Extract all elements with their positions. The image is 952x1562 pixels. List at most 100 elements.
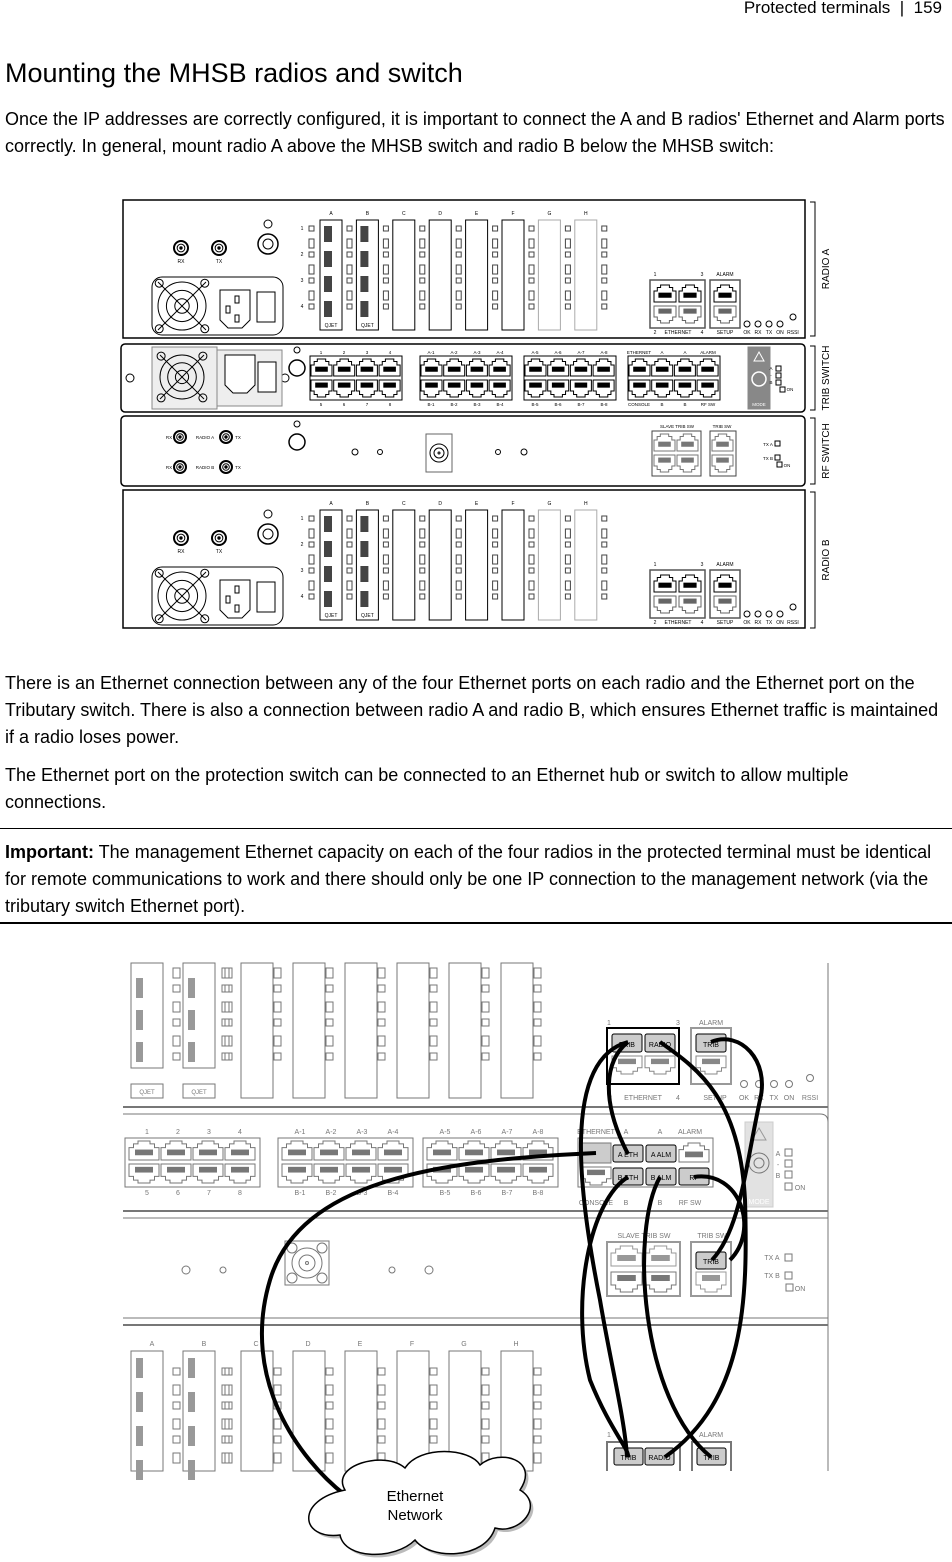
slot-led (273, 1035, 282, 1047)
slot-led (419, 515, 426, 522)
note-text: The management Ethernet capacity on each… (5, 842, 932, 916)
rj45-contacts (337, 366, 351, 372)
qjet-port (136, 1042, 143, 1062)
bracket (810, 345, 816, 411)
slot-led (492, 225, 499, 232)
slot-led (325, 1418, 334, 1430)
switch-port (524, 379, 547, 398)
rj45-contacts (497, 1149, 515, 1156)
outline (234, 314, 240, 323)
rj45-contacts (315, 366, 328, 372)
rj45-contacts (352, 1149, 370, 1156)
slot-led (455, 277, 462, 284)
row-number: 3 (301, 568, 304, 574)
qjet-port (324, 541, 332, 557)
slot-led (308, 290, 315, 301)
ethernet-label: ETHERNET (624, 1095, 662, 1102)
coax-connector-tx (211, 240, 227, 256)
slot-led (325, 1018, 334, 1027)
row-number: 3 (301, 278, 304, 284)
outline (234, 585, 240, 594)
rj45-contacts (529, 366, 542, 372)
slot-led (308, 238, 315, 249)
slot-label: C (402, 211, 406, 217)
indicator-box (784, 1253, 793, 1262)
indicator-box (774, 454, 781, 461)
slot-label: F (511, 501, 514, 507)
indicator-box (779, 386, 786, 393)
qjet-card (130, 1350, 164, 1472)
switch-port (628, 379, 651, 398)
plug-label: TRIB (703, 1042, 719, 1049)
slot-led (382, 554, 389, 565)
port-label: A-4 (496, 350, 504, 355)
qjet-card (130, 962, 164, 1069)
port-label: B-6 (554, 402, 562, 407)
indicator-label: ON (787, 387, 794, 392)
switch-port (160, 1140, 192, 1161)
slot-label: E (475, 211, 479, 217)
switch-port (224, 1140, 256, 1161)
status-led (743, 320, 751, 328)
status-led (765, 610, 773, 618)
rj45-contacts (199, 1149, 217, 1156)
rj45-contacts (493, 382, 506, 388)
slot-led (429, 1401, 438, 1410)
note-label: Important: (5, 842, 94, 862)
slot-led (455, 554, 462, 565)
slot-led (346, 303, 353, 310)
slot-led (564, 303, 571, 310)
cable-radio-a-radio-b (658, 1040, 748, 1459)
switch-port (458, 1163, 490, 1184)
slot-led (346, 290, 353, 301)
qjet-port (324, 516, 332, 532)
empty-slot (344, 962, 378, 1099)
indicator-box (784, 1159, 793, 1168)
qjet-port (360, 251, 369, 267)
empty-port (695, 1055, 727, 1075)
switch-port (128, 1140, 160, 1161)
ground-icon (263, 219, 273, 229)
slot-led (346, 528, 353, 539)
row-number: 1 (301, 226, 304, 232)
indicator-box (784, 1182, 793, 1191)
slot-led (325, 1035, 334, 1047)
switch-port (378, 358, 401, 377)
cloud-label: Network (387, 1507, 443, 1524)
indicator-label: TX B (763, 456, 773, 461)
rj45-contacts (383, 382, 396, 388)
indicator-box (784, 1170, 793, 1179)
slot-led (533, 1018, 542, 1027)
rj45-contacts (425, 382, 438, 388)
port-label: RF SW (679, 1200, 702, 1207)
slot-label: G (547, 211, 551, 217)
port-label: 8 (238, 1190, 242, 1197)
slot-label: E (358, 1341, 363, 1348)
ethernet-port (678, 574, 702, 593)
led-label: ON (776, 330, 784, 336)
indicator-label: ON (795, 1185, 806, 1192)
setup-port (713, 595, 737, 614)
switch-port (345, 1163, 377, 1184)
slot-led (419, 303, 426, 310)
alarm-block (709, 569, 741, 619)
port-label: B-7 (502, 1190, 513, 1197)
slot-led (419, 593, 426, 600)
rj45-contacts (718, 292, 732, 298)
row-number: 1 (301, 516, 304, 522)
alarm-label: ALARM (699, 1020, 723, 1027)
slot-led (346, 554, 353, 565)
circle (437, 451, 441, 455)
empty-slot (240, 1350, 274, 1472)
rj45-contacts (551, 382, 565, 388)
qjet-label: QJET (325, 613, 338, 619)
radio-b-unit: RX TXAQJETBQJETC D E F G H12341 32 ETHERNET 4ALAR… (122, 489, 806, 629)
slot-led (382, 567, 389, 574)
alarm-label: ALARM (699, 1432, 723, 1439)
slot-led (564, 593, 571, 600)
switch-port (488, 379, 511, 398)
slot-led (377, 984, 386, 993)
slot-led (273, 1418, 282, 1430)
indicator-label: ON (784, 463, 791, 468)
slot-F (501, 509, 525, 621)
